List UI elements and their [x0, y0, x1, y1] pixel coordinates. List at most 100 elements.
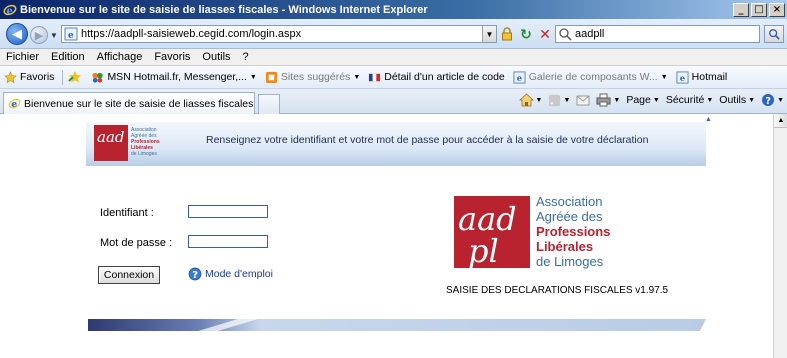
- security-menu[interactable]: Sécurité ▼: [663, 94, 716, 106]
- version-text: SAISIE DES DECLARATIONS FISCALES v1.97.5: [446, 285, 669, 296]
- minimize-button[interactable]: _: [733, 2, 749, 17]
- favorite-components-gallery[interactable]: e Galerie de composants W... ▼: [509, 70, 672, 84]
- arrow-left-icon: ◀: [12, 26, 22, 41]
- lock-icon[interactable]: [500, 27, 514, 41]
- svg-text:e: e: [679, 73, 684, 83]
- help-icon: ?: [762, 94, 775, 107]
- page-content: aad pl Association Agréée des Profession…: [0, 114, 787, 358]
- identifiant-input[interactable]: [188, 205, 268, 218]
- window-title: Bienvenue sur le site de saisie de liass…: [20, 3, 428, 16]
- favorites-bar: Favoris MSN Hotmail.fr, Messenger,... ▼ …: [0, 66, 787, 89]
- page-ie-icon: e: [8, 98, 21, 110]
- add-favorite-icon[interactable]: [67, 70, 83, 84]
- rss-feed-icon: [549, 94, 561, 106]
- logo-line: Association: [536, 194, 602, 209]
- chevron-down-icon: ▼: [353, 73, 361, 81]
- menu-favorites[interactable]: Favoris: [148, 51, 196, 63]
- address-url[interactable]: https://aadpll-saisieweb.cegid.com/login…: [81, 28, 482, 40]
- mail-icon: [576, 95, 590, 106]
- new-tab-button[interactable]: [258, 94, 280, 114]
- caret-up-icon: ▲: [705, 116, 712, 123]
- menu-bar: Fichier Edition Affichage Favoris Outils…: [0, 49, 787, 66]
- print-button[interactable]: ▼: [593, 93, 623, 107]
- aadpl-logo-large: aad pl Association Agréée des Profession…: [454, 194, 610, 270]
- window-controls: _ □ ×: [733, 2, 785, 17]
- home-button[interactable]: ▼: [516, 93, 546, 107]
- aadpl-logo-small: aad pl Association Agréée des Profession…: [94, 125, 160, 161]
- maximize-button[interactable]: □: [751, 2, 767, 17]
- command-bar: ▼ ▼ ▼ Page ▼ Sécurité ▼ Outils ▼ ? ▼: [516, 93, 787, 107]
- refresh-icon[interactable]: ↻: [518, 26, 534, 42]
- menu-tools[interactable]: Outils: [196, 51, 236, 63]
- help-button[interactable]: ? ▼: [758, 93, 787, 107]
- favorite-label: Détail d'un article de code: [384, 71, 505, 83]
- favorite-label: Galerie de composants W...: [528, 71, 658, 83]
- feeds-button[interactable]: ▼: [545, 94, 573, 107]
- favorite-msn-hotmail[interactable]: MSN Hotmail.fr, Messenger,... ▼: [87, 71, 260, 84]
- logo-line: de Limoges: [536, 254, 604, 269]
- chevron-down-icon: ▼: [748, 96, 756, 104]
- chevron-down-icon: ▼: [535, 96, 543, 104]
- scroll-up-button[interactable]: ▲: [774, 114, 787, 128]
- arrow-right-icon: ▶: [34, 29, 44, 42]
- svg-text:?: ?: [765, 96, 771, 107]
- recent-pages-dropdown[interactable]: ▼: [50, 31, 58, 40]
- help-icon: ?: [188, 267, 202, 281]
- favorite-hotmail[interactable]: e Hotmail: [672, 70, 732, 84]
- chevron-down-icon: ▼: [706, 96, 714, 104]
- menu-file[interactable]: Fichier: [0, 51, 45, 63]
- chevron-down-icon: ▼: [613, 96, 621, 104]
- svg-text:e: e: [7, 6, 13, 17]
- tab-active[interactable]: e Bienvenue sur le site de saisie de lia…: [3, 92, 255, 114]
- logo-line: de Limoges: [131, 151, 157, 157]
- svg-text:e: e: [516, 73, 521, 83]
- page-ie-icon: e: [676, 70, 689, 84]
- help-link[interactable]: ? Mode d'emploi: [188, 267, 273, 281]
- menu-view[interactable]: Affichage: [91, 51, 149, 63]
- vertical-scrollbar[interactable]: ▲: [773, 114, 787, 358]
- svg-text:?: ?: [192, 270, 198, 281]
- forward-button[interactable]: ▶: [30, 26, 48, 44]
- help-link-label: Mode d'emploi: [205, 268, 273, 280]
- page-menu-label: Page: [626, 94, 651, 106]
- stop-icon[interactable]: ✕: [537, 26, 553, 42]
- password-label: Mot de passe :: [100, 237, 173, 249]
- favorites-button[interactable]: Favoris: [0, 70, 58, 84]
- ie-logo-icon: e: [3, 3, 17, 17]
- favorite-label: Hotmail: [691, 71, 728, 83]
- tools-menu[interactable]: Outils ▼: [716, 94, 758, 106]
- search-value[interactable]: aadpll: [575, 28, 604, 40]
- logo-line: Agréée des: [536, 209, 603, 224]
- tab-label: Bienvenue sur le site de saisie de liass…: [24, 97, 254, 110]
- page-ie-icon: e: [513, 70, 526, 84]
- favorites-label: Favoris: [20, 71, 55, 83]
- menu-help[interactable]: ?: [237, 51, 255, 63]
- favorite-label: MSN Hotmail.fr, Messenger,...: [107, 71, 247, 83]
- connexion-button[interactable]: Connexion: [98, 266, 160, 284]
- star-icon: [4, 70, 17, 83]
- chevron-down-icon: ▼: [777, 96, 784, 104]
- address-toolbar: ◀ ▶ ▼ e https://aadpll-saisieweb.cegid.c…: [0, 19, 787, 49]
- address-dropdown-button[interactable]: ▼: [482, 26, 496, 42]
- footer-band: [88, 319, 706, 331]
- password-input[interactable]: [188, 235, 268, 248]
- header-instruction: Renseignez votre identifiant et votre mo…: [206, 134, 649, 146]
- svg-text:e: e: [68, 31, 74, 41]
- window-title-bar: e Bienvenue sur le site de saisie de lia…: [0, 0, 787, 19]
- favorite-suggested-sites[interactable]: Sites suggérés ▼: [261, 71, 364, 84]
- search-go-button[interactable]: [764, 25, 784, 43]
- favorite-article-code[interactable]: Détail d'un article de code: [364, 71, 509, 84]
- back-button[interactable]: ◀: [6, 23, 28, 45]
- chevron-down-icon: ▼: [660, 73, 668, 81]
- mail-button[interactable]: [573, 94, 593, 106]
- favorite-label: Sites suggérés: [280, 71, 351, 83]
- printer-icon: [596, 93, 611, 107]
- search-icon: [559, 28, 572, 41]
- page-menu[interactable]: Page ▼: [623, 94, 662, 106]
- menu-edit[interactable]: Edition: [45, 51, 91, 63]
- search-field[interactable]: aadpll: [555, 25, 760, 43]
- close-button[interactable]: ×: [769, 2, 785, 17]
- chevron-down-icon: ▼: [249, 73, 257, 81]
- address-bar[interactable]: e https://aadpll-saisieweb.cegid.com/log…: [61, 25, 497, 43]
- chevron-down-icon: ▼: [563, 96, 571, 104]
